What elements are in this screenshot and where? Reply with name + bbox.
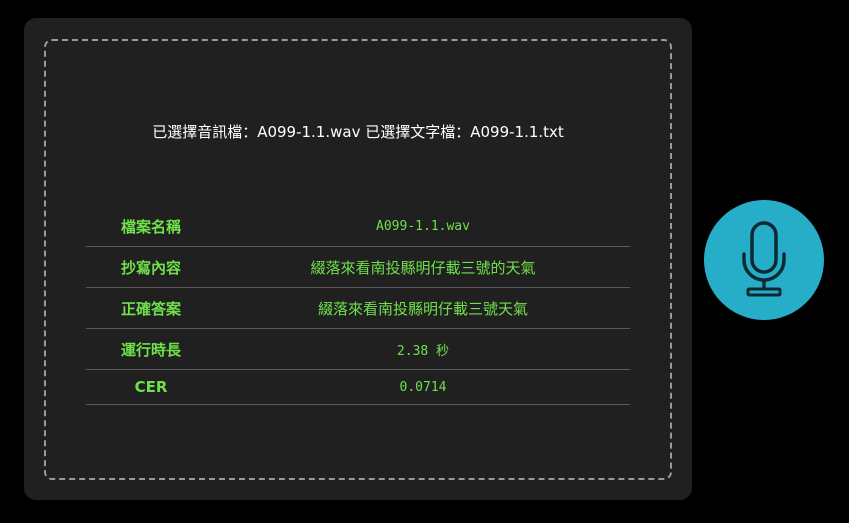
upload-panel: 已選擇音訊檔：A099-1.1.wav 已選擇文字檔：A099-1.1.txt … <box>24 18 692 500</box>
table-row: 正確答案 綴落來看南投縣明仔載三號天氣 <box>86 288 630 329</box>
value-run-time: 2.38 秒 <box>396 343 450 359</box>
table-row: 檔案名稱 A099-1.1.wav <box>86 206 630 247</box>
label-file-name: 檔案名稱 <box>120 217 181 236</box>
selected-files-text: 已選擇音訊檔：A099-1.1.wav 已選擇文字檔：A099-1.1.txt <box>152 123 564 141</box>
label-transcription: 抄寫內容 <box>120 258 181 277</box>
table-row: CER 0.0714 <box>86 370 630 405</box>
results-table: 檔案名稱 A099-1.1.wav 抄寫內容 綴落來看南投縣明仔載三號的天氣 正… <box>86 206 630 405</box>
label-cer: CER <box>134 378 168 396</box>
file-drop-zone[interactable]: 已選擇音訊檔：A099-1.1.wav 已選擇文字檔：A099-1.1.txt … <box>44 39 672 480</box>
record-button[interactable] <box>704 200 824 320</box>
value-cer: 0.0714 <box>399 379 447 395</box>
value-transcription: 綴落來看南投縣明仔載三號的天氣 <box>310 258 536 277</box>
label-run-time: 運行時長 <box>120 340 181 359</box>
label-correct-answer: 正確答案 <box>120 299 181 318</box>
value-correct-answer: 綴落來看南投縣明仔載三號天氣 <box>317 299 528 318</box>
value-file-name: A099-1.1.wav <box>376 218 470 234</box>
table-row: 運行時長 2.38 秒 <box>86 329 630 370</box>
table-row: 抄寫內容 綴落來看南投縣明仔載三號的天氣 <box>86 247 630 288</box>
microphone-icon <box>742 221 786 297</box>
